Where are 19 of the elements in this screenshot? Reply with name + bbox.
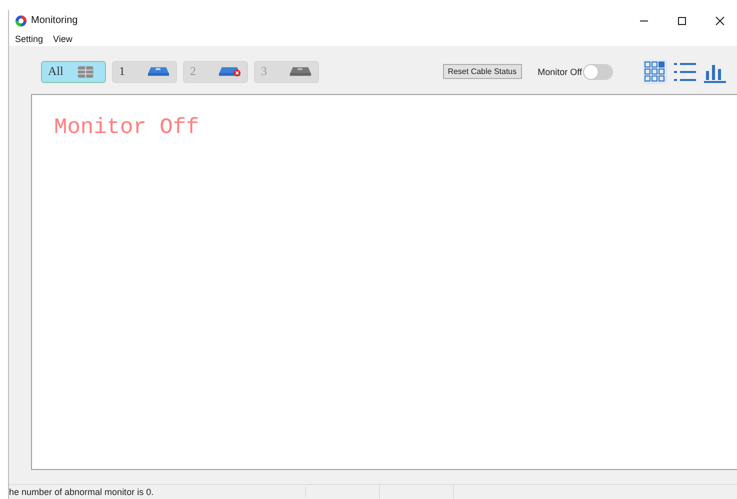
window-title: Monitoring [31, 15, 78, 26]
menu-item[interactable]: View [53, 34, 72, 44]
monitor-toggle[interactable] [583, 64, 613, 80]
network-device-icon [147, 64, 170, 79]
network-device-icon [289, 64, 312, 79]
status-message: he number of abnormal monitor is 0. [9, 487, 306, 498]
grid-view-icon [644, 60, 666, 83]
list-view-icon [674, 60, 696, 83]
app-logo-icon [15, 14, 27, 27]
device-error-icon [218, 64, 241, 79]
monitor-status-text: Monitor Off [54, 114, 200, 140]
switch-label: Monitor Off [538, 66, 582, 77]
device-tab[interactable]: All [41, 60, 106, 83]
view-mode-button[interactable] [643, 60, 667, 84]
maximize-icon [677, 16, 687, 26]
reset-cable-status-button[interactable]: Reset Cable Status [442, 64, 522, 80]
device-tab[interactable]: 1 [112, 60, 177, 83]
menu-item[interactable]: Setting [15, 34, 44, 44]
close-icon [715, 16, 725, 26]
